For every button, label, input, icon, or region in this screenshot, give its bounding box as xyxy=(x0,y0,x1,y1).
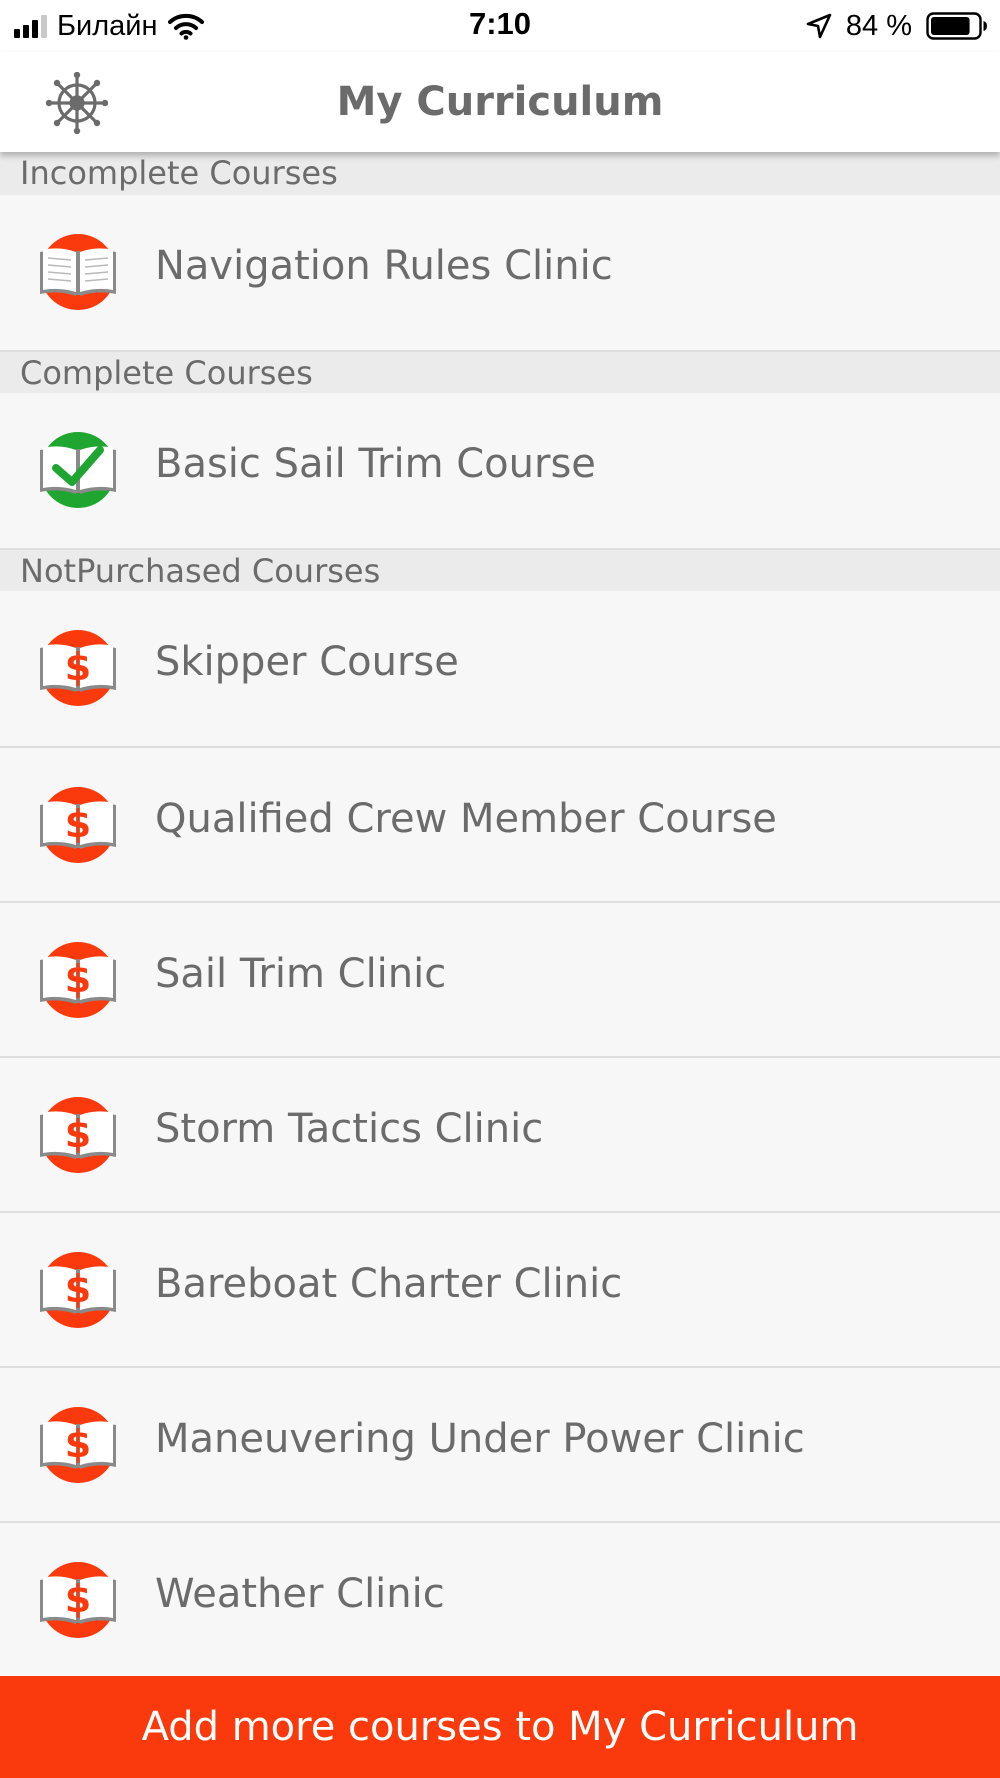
status-bar: Билайн 7:10 84 % xyxy=(0,0,1000,52)
svg-text:$: $ xyxy=(65,957,91,1001)
course-title: Basic Sail Trim Course xyxy=(155,441,596,487)
course-title: Qualified Crew Member Course xyxy=(155,796,777,842)
book-dollar-icon: $ xyxy=(38,1250,118,1330)
svg-text:$: $ xyxy=(65,1577,91,1621)
course-row[interactable]: $ Weather Clinic xyxy=(0,1521,1000,1676)
status-right: 84 % xyxy=(806,6,988,46)
course-row[interactable]: $ Storm Tactics Clinic xyxy=(0,1056,1000,1211)
svg-text:$: $ xyxy=(65,1267,91,1311)
book-checkmark-icon xyxy=(38,430,118,510)
book-dollar-icon: $ xyxy=(38,1095,118,1175)
book-dollar-icon: $ xyxy=(38,940,118,1020)
course-row[interactable]: Navigation Rules Clinic xyxy=(0,195,1000,350)
course-list: Incomplete Courses Navigation Rules Clin… xyxy=(0,152,1000,1676)
course-title: Navigation Rules Clinic xyxy=(155,243,613,289)
course-title: Skipper Course xyxy=(155,639,459,685)
course-title: Weather Clinic xyxy=(155,1571,445,1617)
course-title: Bareboat Charter Clinic xyxy=(155,1261,623,1307)
course-row[interactable]: $ Skipper Course xyxy=(0,591,1000,746)
svg-text:$: $ xyxy=(65,645,91,689)
book-dollar-icon: $ xyxy=(38,1560,118,1640)
svg-text:$: $ xyxy=(65,802,91,846)
battery-icon xyxy=(926,12,987,40)
book-dollar-icon: $ xyxy=(38,628,118,708)
section-header-not-purchased: NotPurchased Courses xyxy=(0,548,1000,591)
course-row[interactable]: $ Maneuvering Under Power Clinic xyxy=(0,1366,1000,1521)
add-courses-button[interactable]: Add more courses to My Curriculum xyxy=(0,1676,1000,1778)
course-title: Sail Trim Clinic xyxy=(155,951,447,997)
svg-text:$: $ xyxy=(65,1112,91,1156)
open-book-icon xyxy=(38,232,118,312)
course-row[interactable]: $ Qualified Crew Member Course xyxy=(0,746,1000,901)
navigation-header: My Curriculum xyxy=(0,52,1000,152)
book-dollar-icon: $ xyxy=(38,785,118,865)
book-dollar-icon: $ xyxy=(38,1405,118,1485)
svg-text:$: $ xyxy=(65,1422,91,1466)
course-row[interactable]: $ Bareboat Charter Clinic xyxy=(0,1211,1000,1366)
location-arrow-icon xyxy=(806,13,832,39)
course-title: Storm Tactics Clinic xyxy=(155,1106,544,1152)
page-title: My Curriculum xyxy=(336,79,664,125)
course-row[interactable]: $ Sail Trim Clinic xyxy=(0,901,1000,1056)
course-title: Maneuvering Under Power Clinic xyxy=(155,1416,805,1462)
section-header-incomplete: Incomplete Courses xyxy=(0,152,1000,195)
battery-percentage: 84 % xyxy=(845,9,912,42)
section-header-complete: Complete Courses xyxy=(0,350,1000,393)
course-row[interactable]: Basic Sail Trim Course xyxy=(0,393,1000,548)
